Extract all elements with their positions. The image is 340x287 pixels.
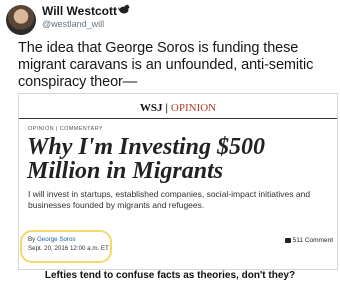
author-name[interactable]: Will Westcott [42,4,117,18]
comments-label: 511 Comment [292,237,333,244]
masthead: WSJ | OPINION [19,102,337,114]
bird-emoji-icon [118,4,130,14]
masthead-section: OPINION [170,102,217,114]
article-headline: Why I'm Investing $500 Million in Migran… [27,134,266,184]
author-avatar[interactable] [6,5,36,35]
article-date: Sept. 20, 2016 12:00 a.m. ET [28,245,109,252]
byline: By George Soros Sept. 20, 2016 12:00 a.m… [28,235,109,253]
comment-icon [284,237,291,243]
masthead-separator: | [165,102,168,114]
meme-caption: Lefties tend to confuse facts as theorie… [44,270,296,281]
masthead-rule [19,118,337,119]
author-handle[interactable]: @westland_will [42,19,104,29]
comments-count: 511 Comment [284,237,333,244]
tweet-text: The idea that George Soros is funding th… [18,40,314,90]
byline-author: George Soros [36,236,76,243]
article-screenshot: WSJ | OPINION OPINION | COMMENTARY Why I'm… [18,93,338,270]
masthead-brand: WSJ [139,102,163,114]
section-label: OPINION | COMMENTARY [28,126,103,132]
byline-prefix: By [28,236,36,243]
article-dek: I will invest in startups, established c… [28,189,311,210]
